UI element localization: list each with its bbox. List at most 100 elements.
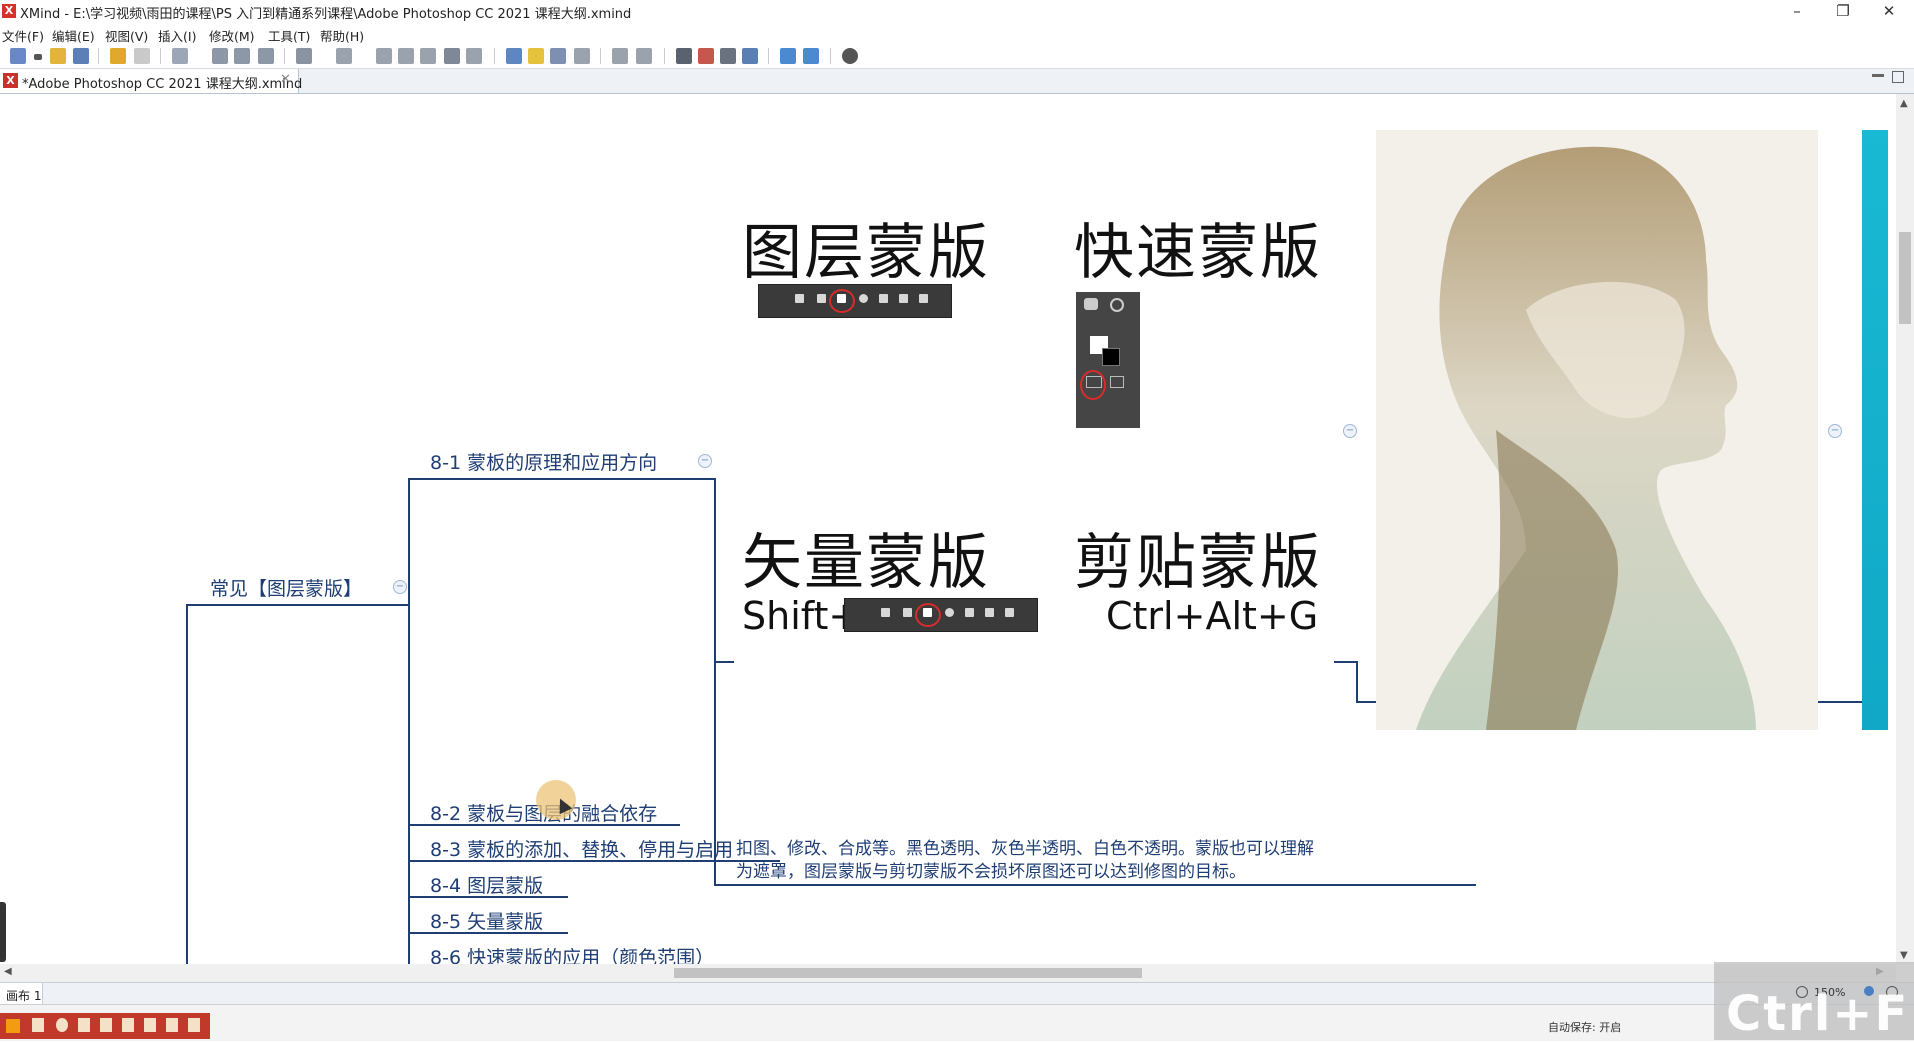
scroll-left-icon[interactable]: ◀ [4,966,12,977]
marker-icon[interactable] [444,48,460,64]
clock-icon[interactable] [720,48,736,64]
quick-mask-toolbox [1076,292,1140,428]
root-topic[interactable]: 常见【图层蒙版】 [210,574,362,601]
tab-label: *Adobe Photoshop CC 2021 课程大纲.xmind [22,77,303,92]
topic-8-6[interactable]: 8-6 快速蒙版的应用（颜色范围） [430,943,714,964]
maximize-view-icon[interactable] [1892,71,1904,83]
topic-8-4[interactable]: 8-4 图层蒙版 [430,871,543,898]
note-icon[interactable] [420,48,436,64]
collapse-topic-icon[interactable]: − [698,454,712,468]
vector-mask-label: 矢量蒙版 [742,528,990,598]
topic-8-3[interactable]: 8-3 蒙板的添加、替换、停用与启用 [430,835,733,862]
scroll-down-icon[interactable]: ▼ [1900,950,1908,961]
calendar-icon[interactable] [698,48,714,64]
menu-file[interactable]: 文件(F) [2,26,44,45]
image-icon[interactable] [336,48,352,64]
input-method-toolbar[interactable] [0,1013,210,1039]
ime-moon-icon[interactable] [56,1018,68,1032]
clip-mask-shortcut: Ctrl+Alt+G [1106,594,1319,638]
menu-edit[interactable]: 编辑(E) [52,26,95,45]
new-file-icon[interactable] [10,48,26,64]
ime-punct-icon[interactable] [78,1018,90,1032]
style-icon[interactable] [574,48,590,64]
note-line-2[interactable]: 为遮罩，图层蒙版与剪切蒙版不会损坏原图还可以达到修图的目标。 [736,857,1246,882]
menu-insert[interactable]: 插入(I) [158,26,196,45]
close-button[interactable]: ✕ [1866,0,1912,22]
horizontal-scroll-thumb[interactable] [674,968,1142,978]
ime-user-icon[interactable] [122,1018,134,1032]
double-exposure-portrait-image[interactable] [1376,130,1818,730]
hand-tool-icon [1084,298,1098,310]
root-branch-line [186,604,188,964]
gantt-icon[interactable] [676,48,692,64]
summary-icon[interactable] [506,48,522,64]
collapse-photo-icon[interactable]: − [1828,424,1842,438]
drill-down-icon[interactable] [636,48,652,64]
vertical-scroll-thumb[interactable] [1899,232,1911,324]
attach-icon[interactable] [376,48,392,64]
minimize-button[interactable]: – [1774,0,1820,22]
fx-icon [903,608,912,617]
zoom-icon[interactable] [742,48,758,64]
note-line-1[interactable]: 扣图、修改、合成等。黑色透明、灰色半透明、白色不透明。蒙版也可以理解 [736,834,1314,859]
tab-close-icon[interactable]: ✕ [280,72,291,87]
trash-icon [1005,608,1014,617]
menu-modify[interactable]: 修改(M) [209,26,255,45]
gear-icon[interactable] [842,48,858,64]
xmind-file-icon: X [3,73,18,88]
ime-mode-icon[interactable] [32,1018,44,1032]
upload-icon[interactable] [780,48,796,64]
save-icon[interactable] [73,48,89,64]
undo-icon[interactable] [110,48,126,64]
new-layer-icon [985,608,994,617]
sheet-tab[interactable]: 画布 1 [0,983,43,1005]
ime-logo-icon[interactable] [6,1019,20,1033]
background-color-icon [1102,348,1120,366]
outline-icon[interactable] [234,48,250,64]
editor-tab-row: X *Adobe Photoshop CC 2021 课程大纲.xmind ✕ [0,69,1914,94]
layer-panel-toolbar [758,284,952,318]
ime-skin-icon[interactable] [166,1018,178,1032]
scroll-up-icon[interactable]: ▲ [1900,98,1908,109]
minimize-view-icon[interactable] [1872,74,1884,77]
collapse-root-icon[interactable]: − [393,580,407,594]
status-bar: 自动保存: 开启 [0,1004,1914,1041]
ime-keyboard-icon[interactable] [100,1018,112,1032]
boundary-icon[interactable] [398,48,414,64]
share-icon[interactable] [803,48,819,64]
portrait-illustration [1416,146,1756,730]
structure-icon[interactable] [550,48,566,64]
idea-icon[interactable] [528,48,544,64]
subtopic-icon[interactable] [212,48,228,64]
ime-simplified-icon[interactable] [144,1018,156,1032]
topic-8-1[interactable]: 8-1 蒙板的原理和应用方向 [430,448,657,475]
folder-icon [879,294,888,303]
open-folder-icon[interactable] [50,48,66,64]
title-bar: X XMind - E:\学习视频\雨田的课程\PS 入门到精通系列课程\Ado… [0,0,1914,24]
horizontal-scrollbar[interactable]: ◀ ▶ [0,964,1896,982]
collapse-image-icon[interactable]: − [1343,424,1357,438]
cyan-image-strip [1862,130,1888,730]
menu-view[interactable]: 视图(V) [105,26,148,45]
label-icon[interactable] [466,48,482,64]
insert-topic-icon[interactable] [172,48,188,64]
restore-button[interactable]: ❐ [1820,0,1866,22]
menu-help[interactable]: 帮助(H) [320,26,364,45]
relationship-icon[interactable] [258,48,274,64]
highlight-ring [829,289,855,313]
layer-panel-toolbar [844,598,1038,632]
vertical-scrollbar[interactable]: ▲ ▼ [1896,94,1914,964]
mask-types-image[interactable]: 图层蒙版 快速蒙版 矢量蒙版 剪贴蒙版 Shift+ Ctrl+Alt+G [734,204,1334,664]
menu-tools[interactable]: 工具(T) [268,26,310,45]
left-edge-handle[interactable] [0,902,6,962]
filter-icon[interactable] [612,48,628,64]
redo-icon[interactable] [134,48,150,64]
topic-8-5[interactable]: 8-5 矢量蒙版 [430,907,543,934]
mindmap-canvas[interactable]: 常见【图层蒙版】 − 8-1 蒙板的原理和应用方向 − 图层蒙版 快速蒙版 矢量… [0,94,1896,964]
tab-document[interactable]: X *Adobe Photoshop CC 2021 课程大纲.xmind ✕ [0,69,303,93]
quick-mask-label: 快速蒙版 [1074,218,1322,288]
present-icon[interactable] [296,48,312,64]
ime-tools-icon[interactable] [188,1018,200,1032]
dropdown-icon[interactable] [34,54,42,60]
screen-mode-icon [1110,376,1124,388]
